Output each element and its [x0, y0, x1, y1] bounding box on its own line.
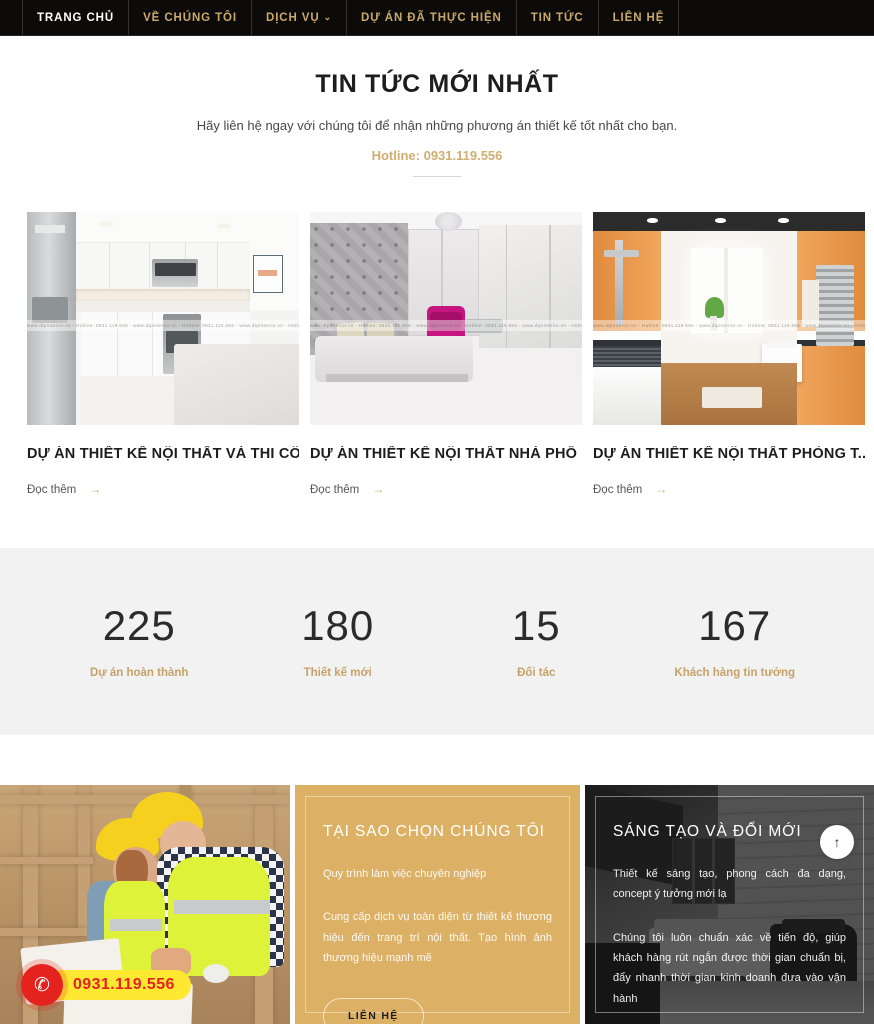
statistics-section: 225 Dự án hoàn thành 180 Thiết kế mới 15… [0, 548, 874, 735]
nav-item-label: LIÊN HỆ [612, 11, 665, 24]
stat-item: 15 Đối tác [437, 601, 636, 679]
nav-item-du-an-da-thuc-hien[interactable]: DỰ ÁN ĐÃ THỰC HIỆN [347, 0, 517, 35]
orange-bathroom-interior-photo [593, 212, 865, 425]
panel-content: SÁNG TẠO VÀ ĐỔI MỚI Thiết kế sáng tạo, p… [585, 785, 874, 1024]
nav-item-label: TIN TỨC [530, 11, 584, 24]
news-card[interactable]: www.dtpinterior.vn - Hotline: 0931.119.5… [310, 212, 582, 498]
read-more-label: Đọc thêm [27, 484, 77, 496]
scroll-to-top-button[interactable]: ↑ [820, 825, 854, 859]
page-title: TIN TỨC MỚI NHẤT [315, 70, 559, 98]
white-kitchen-interior-photo [27, 212, 299, 425]
panel-title: SÁNG TẠO VÀ ĐỔI MỚI [613, 823, 802, 840]
panel-paragraph-2: Chúng tôi luôn chuẩn xác về tiến độ, giú… [613, 931, 846, 1005]
news-card[interactable]: www.dtpinterior.vn - Hotline: 0931.119.5… [27, 212, 299, 498]
grey-bedroom-interior-photo [310, 212, 582, 425]
nav-item-label: DỰ ÁN ĐÃ THỰC HIỆN [361, 11, 502, 24]
main-navigation: TRANG CHỦ VỀ CHÚNG TÔI DỊCH VỤ ⌄ DỰ ÁN Đ… [0, 0, 874, 36]
stat-number: 180 [301, 601, 375, 649]
read-more-label: Đọc thêm [593, 484, 643, 496]
stat-item: 167 Khách hàng tin tưởng [636, 601, 835, 679]
nav-item-ve-chung-toi[interactable]: VỀ CHÚNG TÔI [129, 0, 252, 35]
stat-number: 167 [698, 601, 772, 649]
stat-label: Dự án hoàn thành [90, 666, 189, 679]
nav-item-label: VỀ CHÚNG TÔI [143, 11, 237, 24]
page-root: TRANG CHỦ VỀ CHÚNG TÔI DỊCH VỤ ⌄ DỰ ÁN Đ… [0, 0, 874, 1024]
creativity-innovation-panel: SÁNG TẠO VÀ ĐỔI MỚI Thiết kế sáng tạo, p… [585, 785, 874, 1024]
news-card-title: DỰ ÁN THIẾT KẾ NỘI THẤT PHÒNG T... [593, 446, 865, 462]
news-card-title: DỰ ÁN THIẾT KẾ NỘI THẤT NHÀ PHỐ ... [310, 446, 582, 462]
read-more-label: Đọc thêm [310, 484, 360, 496]
panel-paragraph-2: Cung cấp dịch vụ toàn diện từ thiết kế t… [323, 911, 552, 965]
stat-number: 15 [511, 601, 561, 649]
stat-item: 225 Dự án hoàn thành [40, 601, 239, 679]
read-more-link[interactable]: Đọc thêm → [593, 482, 667, 496]
latest-news-section: TIN TỨC MỚI NHẤT Hãy liên hệ ngay với ch… [0, 36, 874, 498]
arrow-up-icon: ↑ [833, 834, 841, 850]
why-choose-us-panel: TẠI SAO CHỌN CHÚNG TÔI Quy trình làm việ… [295, 785, 580, 1024]
news-card-title: DỰ ÁN THIẾT KẾ NỘI THẤT VÀ THI CÔ... [27, 446, 299, 462]
news-card-list: www.dtpinterior.vn - Hotline: 0931.119.5… [0, 177, 874, 498]
panel-content: TẠI SAO CHỌN CHÚNG TÔI Quy trình làm việ… [295, 785, 580, 1024]
chevron-down-icon: ⌄ [323, 12, 333, 22]
read-more-link[interactable]: Đọc thêm → [310, 482, 384, 496]
panel-paragraph-1: Quy trình làm việc chuyên nghiệp [323, 868, 487, 880]
contact-button[interactable]: LIÊN HỆ [323, 998, 424, 1024]
arrow-right-icon: → [655, 482, 668, 496]
stat-label: Khách hàng tin tưởng [674, 666, 796, 679]
nav-item-trang-chu[interactable]: TRANG CHỦ [22, 0, 130, 35]
hotline-text: Hotline: 0931.119.556 [371, 148, 503, 163]
nav-item-label: TRANG CHỦ [37, 11, 115, 24]
stat-label: Thiết kế mới [303, 666, 372, 679]
nav-item-tin-tuc[interactable]: TIN TỨC [517, 0, 599, 35]
arrow-right-icon: → [372, 482, 385, 496]
floating-phone-widget[interactable]: ✆ 0931.119.556 [21, 964, 191, 1006]
section-subtitle: Hãy liên hệ ngay với chúng tôi để nhận n… [196, 118, 678, 133]
stat-item: 180 Thiết kế mới [239, 601, 438, 679]
news-card[interactable]: www.dtpinterior.vn - Hotline: 0931.119.5… [593, 212, 865, 498]
read-more-link[interactable]: Đọc thêm → [27, 482, 101, 496]
panel-title: TẠI SAO CHỌN CHÚNG TÔI [323, 823, 545, 840]
news-card-image[interactable]: www.dtpinterior.vn - Hotline: 0931.119.5… [27, 212, 299, 425]
panel-paragraph-1: Thiết kế sáng tạo, phong cách đa dạng, c… [613, 868, 846, 901]
arrow-right-icon: → [89, 482, 102, 496]
nav-item-dich-vu[interactable]: DỊCH VỤ ⌄ [252, 0, 348, 35]
news-card-image[interactable]: www.dtpinterior.vn - Hotline: 0931.119.5… [310, 212, 582, 425]
nav-item-lien-he[interactable]: LIÊN HỆ [599, 0, 680, 35]
news-card-image[interactable]: www.dtpinterior.vn - Hotline: 0931.119.5… [593, 212, 865, 425]
phone-icon[interactable]: ✆ [21, 964, 63, 1006]
stat-number: 225 [102, 601, 176, 649]
nav-item-label: DỊCH VỤ [265, 11, 320, 24]
stat-label: Đối tác [517, 666, 556, 679]
